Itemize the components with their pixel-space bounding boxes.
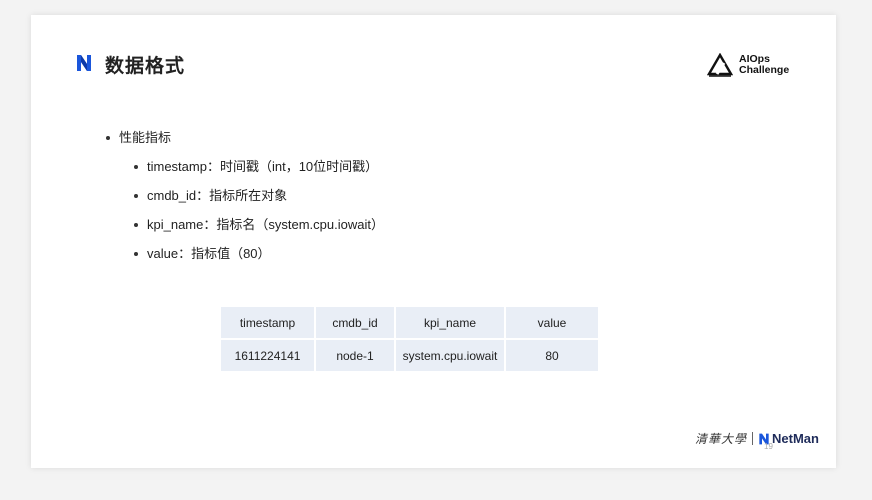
tsinghua-logo: 清華大學 [695, 432, 748, 446]
bullet-dot-icon [106, 135, 110, 140]
bullet-main: 性能指标 [106, 127, 171, 146]
aiops-challenge-logo: AIOps Challenge [707, 53, 789, 77]
table-header-cell: kpi_name [396, 307, 506, 340]
table-header-cell: value [506, 307, 598, 340]
table-row: 1611224141 node-1 system.cpu.iowait 80 [221, 340, 598, 371]
slide: 数据格式 AIOps Challenge 性能指标 timestamp：时间戳（… [31, 15, 836, 468]
table-header-row: timestamp cmdb_id kpi_name value [221, 307, 598, 340]
bullet-item: timestamp：时间戳（int，10位时间戳） [134, 156, 378, 175]
bullet-item-text: value：指标值（80） [147, 246, 271, 261]
footer-divider [752, 432, 754, 445]
netman-logo-icon [77, 55, 91, 71]
table-cell: system.cpu.iowait [396, 340, 506, 371]
page-number: 19 [764, 442, 773, 451]
bullet-item: value：指标值（80） [134, 243, 271, 262]
bullet-item: cmdb_id：指标所在对象 [134, 185, 287, 204]
footer-logos: 清華大學 NetMan [695, 430, 819, 447]
bullet-dot-icon [134, 164, 138, 169]
table-header-cell: timestamp [221, 307, 316, 340]
table-header-cell: cmdb_id [316, 307, 396, 340]
bullet-dot-icon [134, 193, 138, 198]
bullet-dot-icon [134, 251, 138, 256]
bullet-item-text: kpi_name：指标名（system.cpu.iowait） [147, 217, 384, 232]
kpi-example-table: timestamp cmdb_id kpi_name value 1611224… [221, 307, 598, 371]
table-cell: 80 [506, 340, 598, 371]
netman-footer-text: NetMan [772, 431, 819, 446]
aiops-logo-bottom: Challenge [739, 64, 790, 76]
bullet-dot-icon [134, 222, 138, 227]
bullet-main-text: 性能指标 [119, 130, 172, 145]
bullet-item-text: cmdb_id：指标所在对象 [147, 188, 288, 203]
bullet-item-text: timestamp：时间戳（int，10位时间戳） [147, 159, 379, 174]
table-cell: 1611224141 [221, 340, 316, 371]
slide-title: 数据格式 [105, 56, 186, 77]
table-cell: node-1 [316, 340, 396, 371]
bullet-item: kpi_name：指标名（system.cpu.iowait） [134, 214, 384, 233]
aiops-triangle-icon [707, 53, 733, 77]
